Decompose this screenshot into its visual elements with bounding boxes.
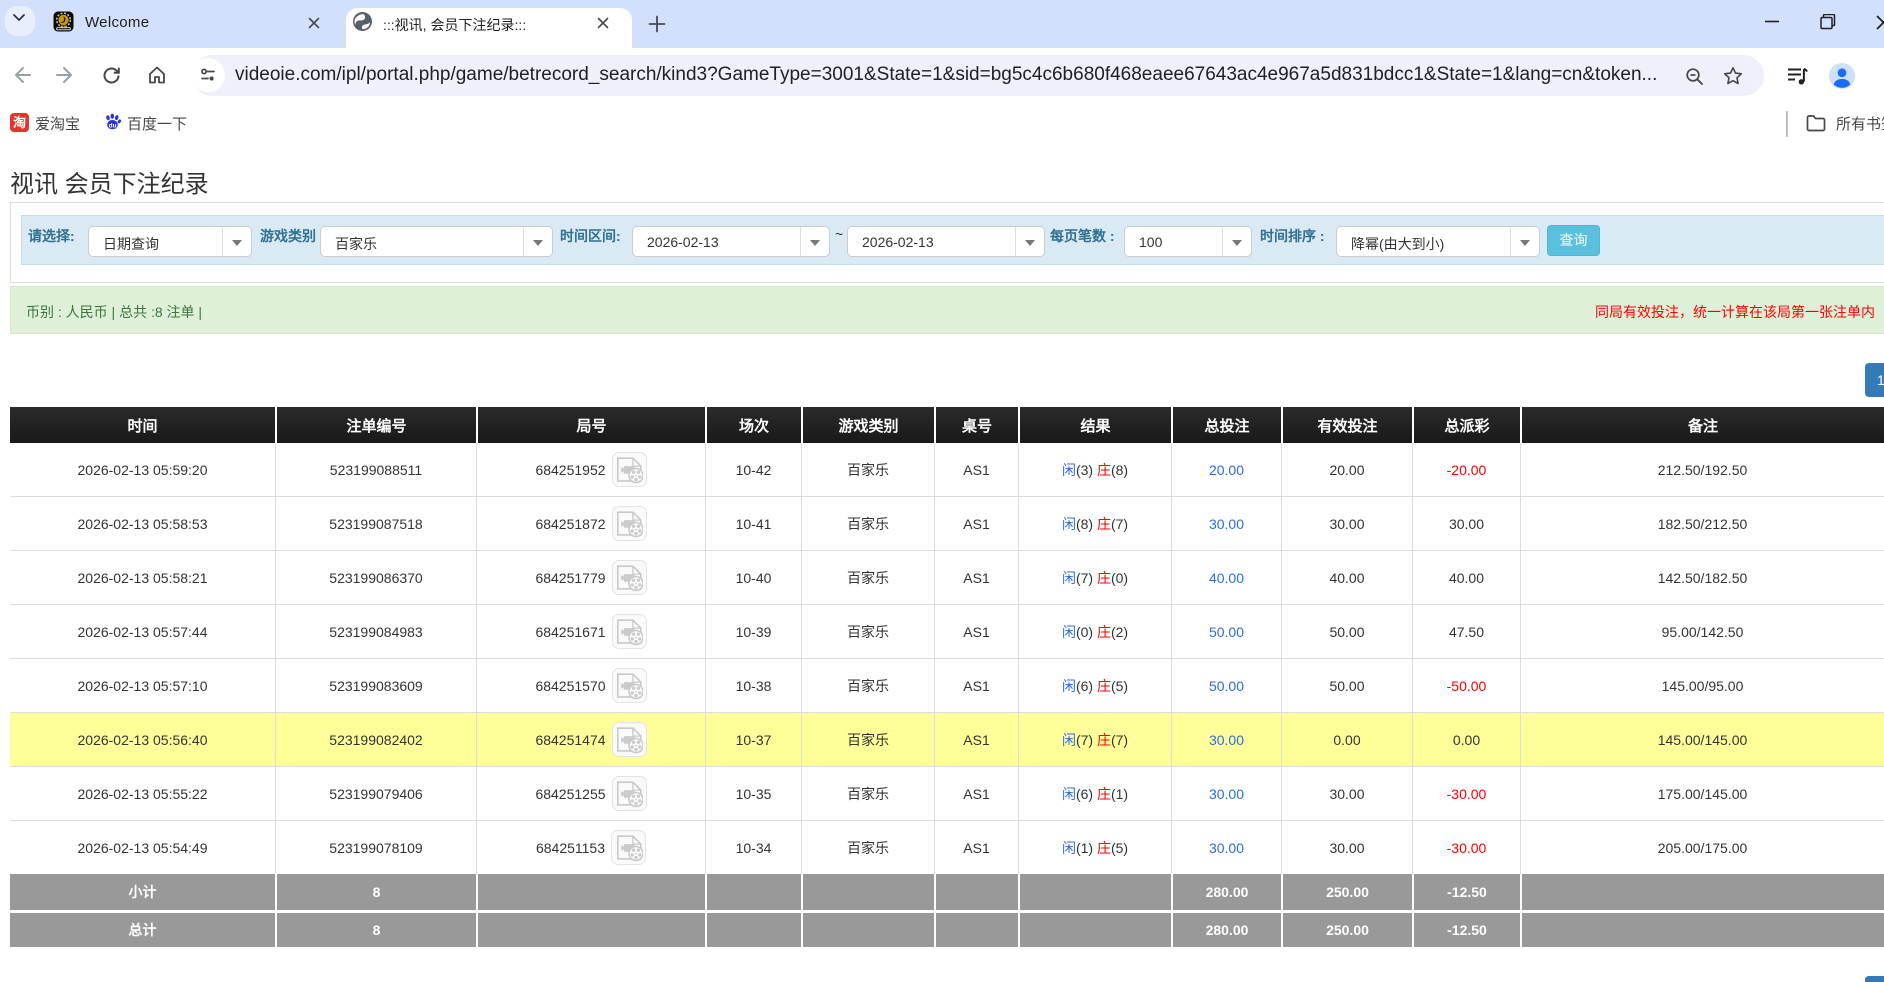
- svg-text:du: du: [109, 122, 117, 129]
- svg-text:淘: 淘: [13, 115, 26, 130]
